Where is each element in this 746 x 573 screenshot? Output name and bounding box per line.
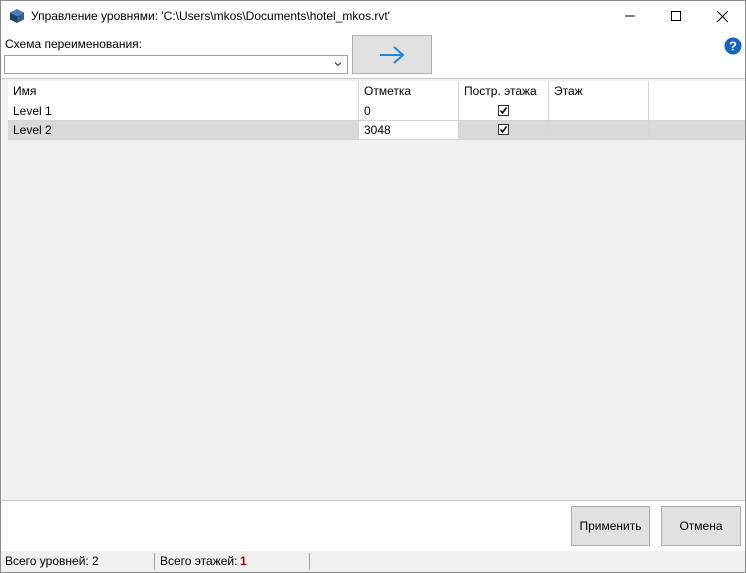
- status-bar: Всего уровней: 2 Всего этажей: 1: [1, 551, 745, 572]
- maximize-icon: [671, 11, 681, 21]
- level-elevation-cell[interactable]: 0: [359, 102, 459, 121]
- total-levels-value: 2: [92, 554, 99, 568]
- filler-cell: [649, 102, 745, 121]
- floor-cell[interactable]: [549, 102, 649, 121]
- levels-table: Имя Отметка Постр. этажа Этаж Level 1 0 …: [2, 78, 745, 501]
- minimize-icon: [625, 15, 635, 17]
- column-header-building-story[interactable]: Постр. этажа: [459, 81, 549, 102]
- chevron-down-icon: [334, 62, 342, 67]
- checkmark-icon: [499, 107, 508, 115]
- column-header-name[interactable]: Имя: [8, 81, 359, 102]
- floor-cell[interactable]: [549, 121, 649, 140]
- app-cube-icon: [10, 9, 24, 23]
- column-header-elevation[interactable]: Отметка: [359, 81, 459, 102]
- window-title: Управление уровнями: 'C:\Users\mkos\Docu…: [31, 9, 391, 23]
- maximize-button[interactable]: [653, 1, 699, 31]
- apply-button[interactable]: Применить: [571, 506, 650, 546]
- close-button[interactable]: [699, 1, 745, 31]
- filler-cell: [649, 121, 745, 140]
- table-header: Имя Отметка Постр. этажа Этаж: [8, 81, 745, 102]
- building-story-cell: [459, 121, 549, 140]
- building-story-checkbox[interactable]: [498, 124, 509, 135]
- table-row[interactable]: Level 2 3048: [8, 121, 745, 140]
- column-header-filler: [649, 81, 745, 102]
- total-levels-label: Всего уровней:: [5, 554, 89, 568]
- title-bar: Управление уровнями: 'C:\Users\mkos\Docu…: [1, 1, 745, 31]
- status-divider: [309, 553, 310, 570]
- status-divider: [154, 553, 155, 570]
- rename-scheme-label: Схема переименования:: [5, 37, 142, 51]
- level-elevation-cell[interactable]: 3048: [359, 121, 459, 140]
- minimize-button[interactable]: [607, 1, 653, 31]
- svg-text:?: ?: [729, 39, 737, 54]
- help-icon[interactable]: ?: [724, 37, 742, 55]
- building-story-checkbox[interactable]: [498, 105, 509, 116]
- total-floors-value: 1: [240, 554, 247, 568]
- apply-scheme-button[interactable]: [352, 35, 432, 74]
- column-header-floor[interactable]: Этаж: [549, 81, 649, 102]
- arrow-right-icon: [380, 45, 405, 64]
- table-row[interactable]: Level 1 0: [8, 102, 745, 121]
- total-floors-label: Всего этажей:: [160, 554, 238, 568]
- close-icon: [716, 10, 728, 22]
- level-name-cell[interactable]: Level 1: [8, 102, 359, 121]
- building-story-cell: [459, 102, 549, 121]
- level-manager-window: Управление уровнями: 'C:\Users\mkos\Docu…: [0, 0, 746, 573]
- level-name-cell[interactable]: Level 2: [8, 121, 359, 140]
- checkmark-icon: [499, 126, 508, 134]
- cancel-button[interactable]: Отмена: [661, 506, 741, 546]
- rename-scheme-select[interactable]: [4, 55, 348, 74]
